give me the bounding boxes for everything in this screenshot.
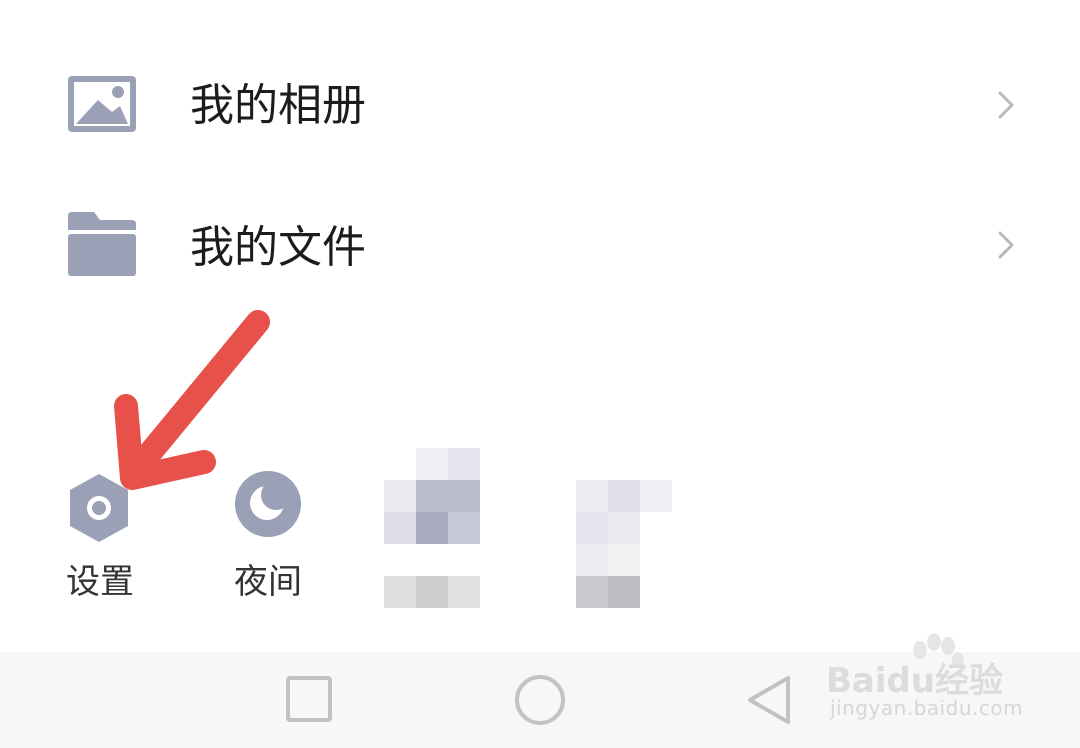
- chevron-right-icon: [996, 230, 1016, 264]
- annotation-arrow: [100, 300, 280, 500]
- menu-item-label: 我的文件: [190, 222, 366, 273]
- menu-item-my-files[interactable]: 我的文件: [0, 176, 1080, 316]
- home-circle-icon[interactable]: [510, 670, 570, 730]
- settings-label: 设置: [66, 562, 134, 602]
- folder-icon: [68, 212, 136, 280]
- watermark-url: jingyan.baidu.com: [830, 696, 1024, 720]
- watermark-brand: Baidu经验: [826, 661, 1003, 700]
- recent-apps-square-icon[interactable]: [280, 670, 340, 730]
- censored-tool-button[interactable]: [576, 480, 672, 608]
- menu-item-my-album[interactable]: 我的相册: [0, 38, 1080, 178]
- photo-album-icon: [68, 76, 136, 136]
- back-triangle-icon[interactable]: [740, 670, 800, 730]
- chevron-right-icon: [996, 90, 1016, 124]
- night-mode-label: 夜间: [234, 562, 302, 602]
- censored-tool-button[interactable]: [384, 448, 480, 608]
- menu-item-label: 我的相册: [190, 80, 366, 131]
